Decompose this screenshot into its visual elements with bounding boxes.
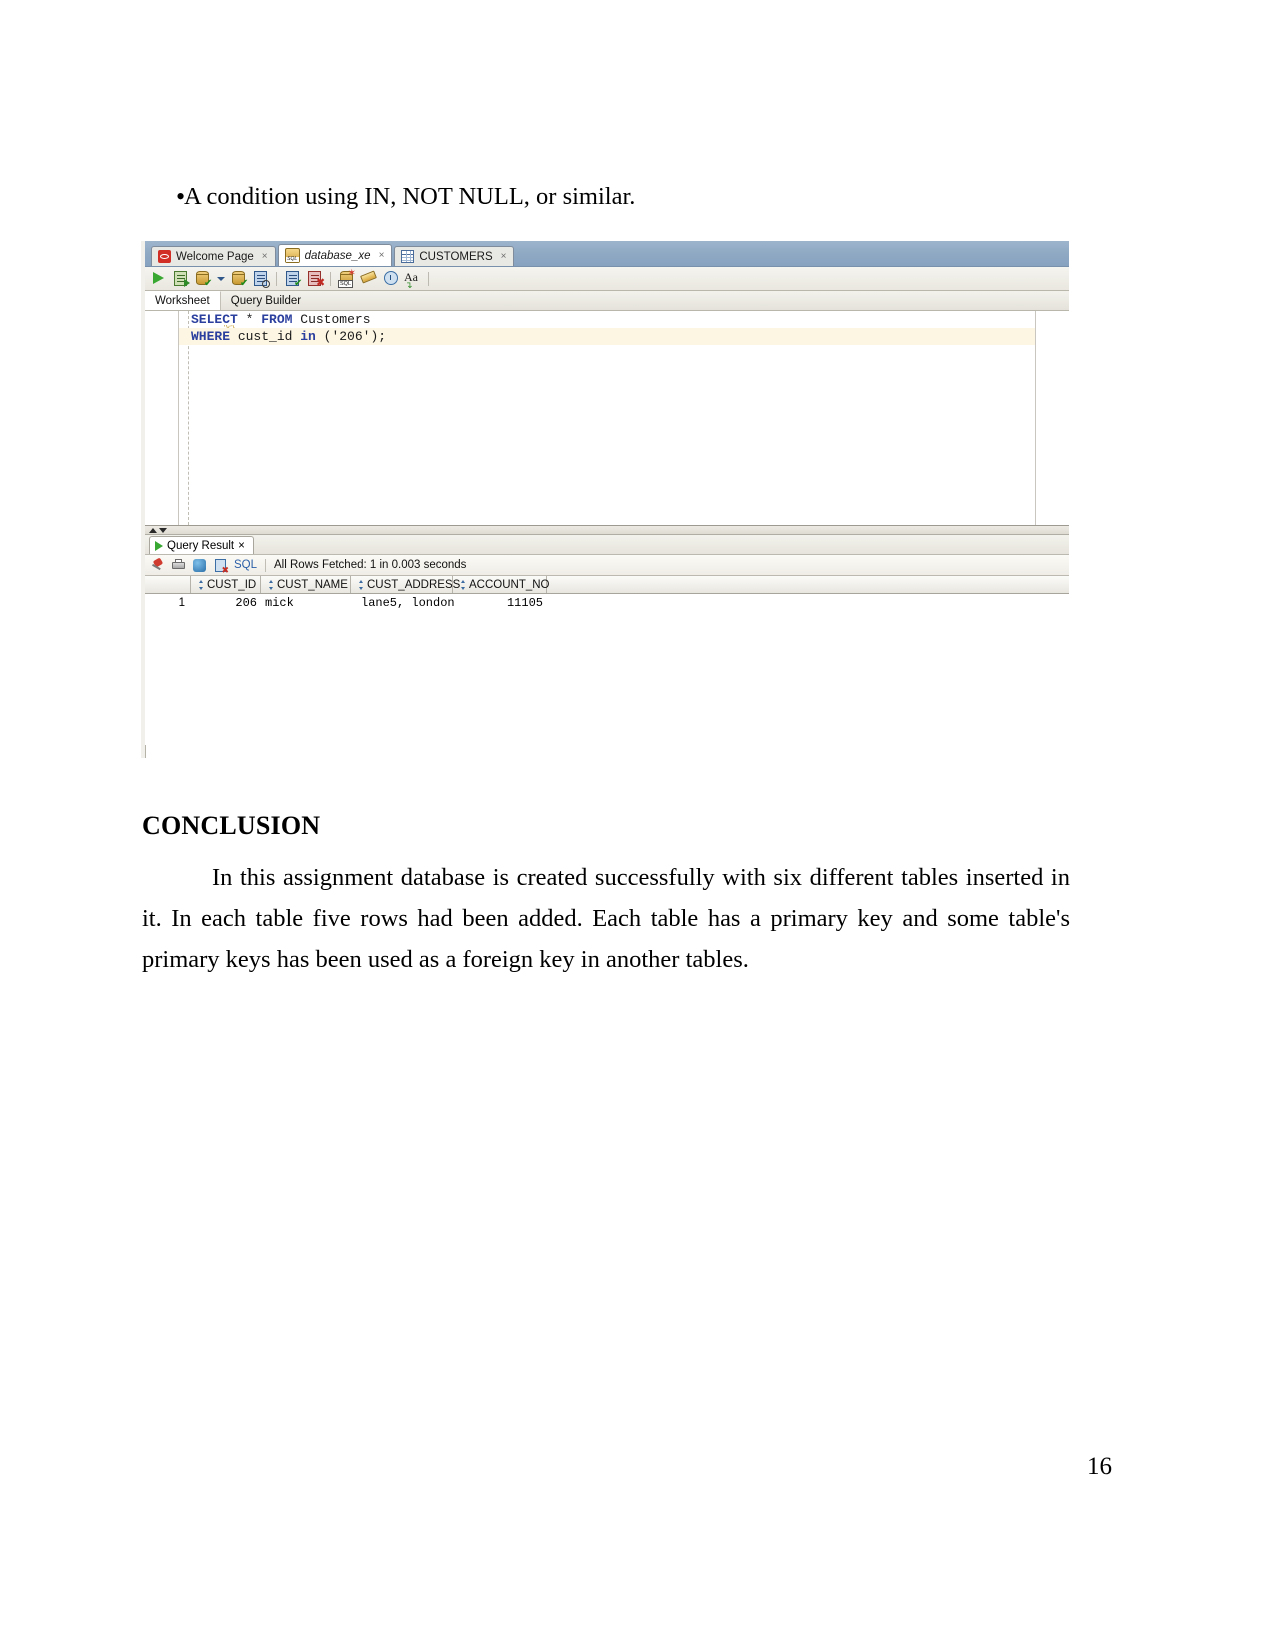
format-text-button[interactable]: Aa ↴ <box>403 269 422 290</box>
cell-cust-name[interactable]: mick <box>261 596 351 610</box>
run-statement-button[interactable] <box>149 269 168 288</box>
toolbar-divider <box>276 271 277 286</box>
sql-history-button[interactable]: SQL ✶ <box>337 269 356 288</box>
toolbar-divider <box>428 271 429 286</box>
table-row[interactable]: 1 206 mick lane5, london 11105 <box>145 594 1069 611</box>
column-header-label: CUST_ADDRESS <box>367 578 461 591</box>
tab-query-builder[interactable]: Query Builder <box>221 291 311 310</box>
column-header-label: CUST_NAME <box>277 578 348 591</box>
sort-indicator-icon <box>267 579 274 591</box>
result-toolbar: SQL All Rows Fetched: 1 in 0.003 seconds <box>145 555 1069 576</box>
code-line-1: SELECT * FROM Customers∿∿ <box>179 311 1035 329</box>
page-number: 16 <box>1087 1453 1112 1480</box>
clear-worksheet-button[interactable] <box>359 269 378 288</box>
code-line-2: WHERE cust_id in ('206'); <box>179 328 1035 345</box>
collapse-down-icon[interactable] <box>159 527 167 533</box>
sql-connection-icon <box>284 248 300 263</box>
column-header-cust-address[interactable]: CUST_ADDRESS <box>351 576 460 593</box>
document-page: • A condition using IN, NOT NULL, or sim… <box>0 0 1275 1651</box>
tab-welcome-page[interactable]: Welcome Page × <box>151 246 276 266</box>
commit-button[interactable]: ✔ <box>283 269 302 289</box>
sort-indicator-icon <box>459 579 466 591</box>
recent-history-button[interactable] <box>381 269 400 288</box>
page-title: CONCLUSION <box>142 811 321 840</box>
column-header-cust-id[interactable]: CUST_ID <box>191 576 261 593</box>
sql-developer-screenshot: Welcome Page × database_xe × CUSTOMERS × <box>141 241 1069 758</box>
table-icon <box>401 250 415 263</box>
tab-worksheet[interactable]: Worksheet <box>145 291 221 310</box>
close-result-icon[interactable] <box>213 558 229 575</box>
row-number: 1 <box>178 596 185 609</box>
worksheet-sub-tabs: Worksheet Query Builder <box>145 291 1069 311</box>
pin-icon[interactable] <box>151 558 165 572</box>
chevron-down-icon[interactable] <box>215 269 226 288</box>
run-script-button[interactable] <box>171 269 190 288</box>
print-icon[interactable] <box>171 558 186 572</box>
sql-editor[interactable]: SELECT * FROM Customers∿∿ WHERE cust_id … <box>145 311 1069 526</box>
token-from: FROM <box>261 312 293 327</box>
editor-right-margin <box>1037 311 1069 525</box>
tab-customers-label: CUSTOMERS <box>419 250 493 263</box>
token-in: in <box>300 329 316 344</box>
sql-link-label[interactable]: SQL <box>234 559 257 571</box>
tab-welcome-page-label: Welcome Page <box>176 250 254 263</box>
conclusion-paragraph: In this assignment database is created s… <box>142 864 1070 973</box>
tab-database-xe-label: database_xe <box>304 249 371 262</box>
oracle-icon <box>158 250 171 263</box>
cell-cust-address[interactable]: lane5, london <box>351 596 455 610</box>
token-where: WHERE <box>191 329 231 344</box>
result-grid-empty-area <box>145 611 1069 745</box>
token-column: cust_id <box>230 329 301 344</box>
sql-inspect-button[interactable] <box>251 269 270 288</box>
column-header-label: ACCOUNT_NO <box>469 578 550 591</box>
collapse-up-icon[interactable] <box>149 527 157 533</box>
fetch-all-icon[interactable] <box>192 558 207 573</box>
explain-plan-button[interactable]: ✔ <box>193 269 212 289</box>
sql-code-area[interactable]: SELECT * FROM Customers∿∿ WHERE cust_id … <box>179 311 1036 525</box>
column-header-label: CUST_ID <box>207 578 257 591</box>
rollback-button[interactable]: ✖ <box>305 269 325 289</box>
close-icon[interactable]: × <box>501 251 507 262</box>
tab-query-result[interactable]: Query Result × <box>149 536 254 554</box>
sort-indicator-icon <box>357 579 364 591</box>
tab-database-xe[interactable]: database_xe × <box>277 244 393 266</box>
token-value-list: ('206'); <box>315 329 387 344</box>
editor-tab-bar: Welcome Page × database_xe × CUSTOMERS × <box>145 241 1069 267</box>
result-grid[interactable]: CUST_ID CUST_NAME CUST_ADDRESS ACCOUNT_N… <box>145 576 1069 745</box>
cell-account-no[interactable]: 11105 <box>453 596 547 610</box>
token-table-name: Customers <box>300 312 371 327</box>
column-header-account-no[interactable]: ACCOUNT_NO <box>453 576 550 593</box>
column-header-cust-name[interactable]: CUST_NAME <box>261 576 351 593</box>
bullet-marker: • <box>176 182 186 211</box>
panel-splitter[interactable] <box>145 526 1069 535</box>
fetch-status-text: All Rows Fetched: 1 in 0.003 seconds <box>274 559 467 571</box>
bullet-list-item: • A condition using IN, NOT NULL, or sim… <box>142 180 1072 214</box>
tab-customers[interactable]: CUSTOMERS × <box>394 246 515 266</box>
close-icon[interactable]: × <box>238 540 245 552</box>
close-icon[interactable]: × <box>379 250 385 261</box>
bullet-item-text: A condition using IN, NOT NULL, or simil… <box>184 183 636 210</box>
toolbar-divider <box>265 558 267 572</box>
toolbar-divider <box>330 271 331 286</box>
close-icon[interactable]: × <box>262 251 268 262</box>
autotrace-button[interactable]: ✔ <box>229 269 248 289</box>
worksheet-toolbar: ✔ ✔ ✔ ✖ SQL ✶ Aa ↴ <box>145 267 1069 291</box>
sort-indicator-icon <box>197 579 204 591</box>
cell-cust-id[interactable]: 206 <box>191 596 261 610</box>
result-grid-header: CUST_ID CUST_NAME CUST_ADDRESS ACCOUNT_N… <box>145 576 1069 594</box>
play-icon <box>155 540 163 551</box>
editor-gutter <box>145 311 179 525</box>
grid-corner-cell <box>145 576 191 593</box>
result-tab-bar: Query Result × <box>145 535 1069 555</box>
tab-query-result-label: Query Result <box>167 539 235 552</box>
